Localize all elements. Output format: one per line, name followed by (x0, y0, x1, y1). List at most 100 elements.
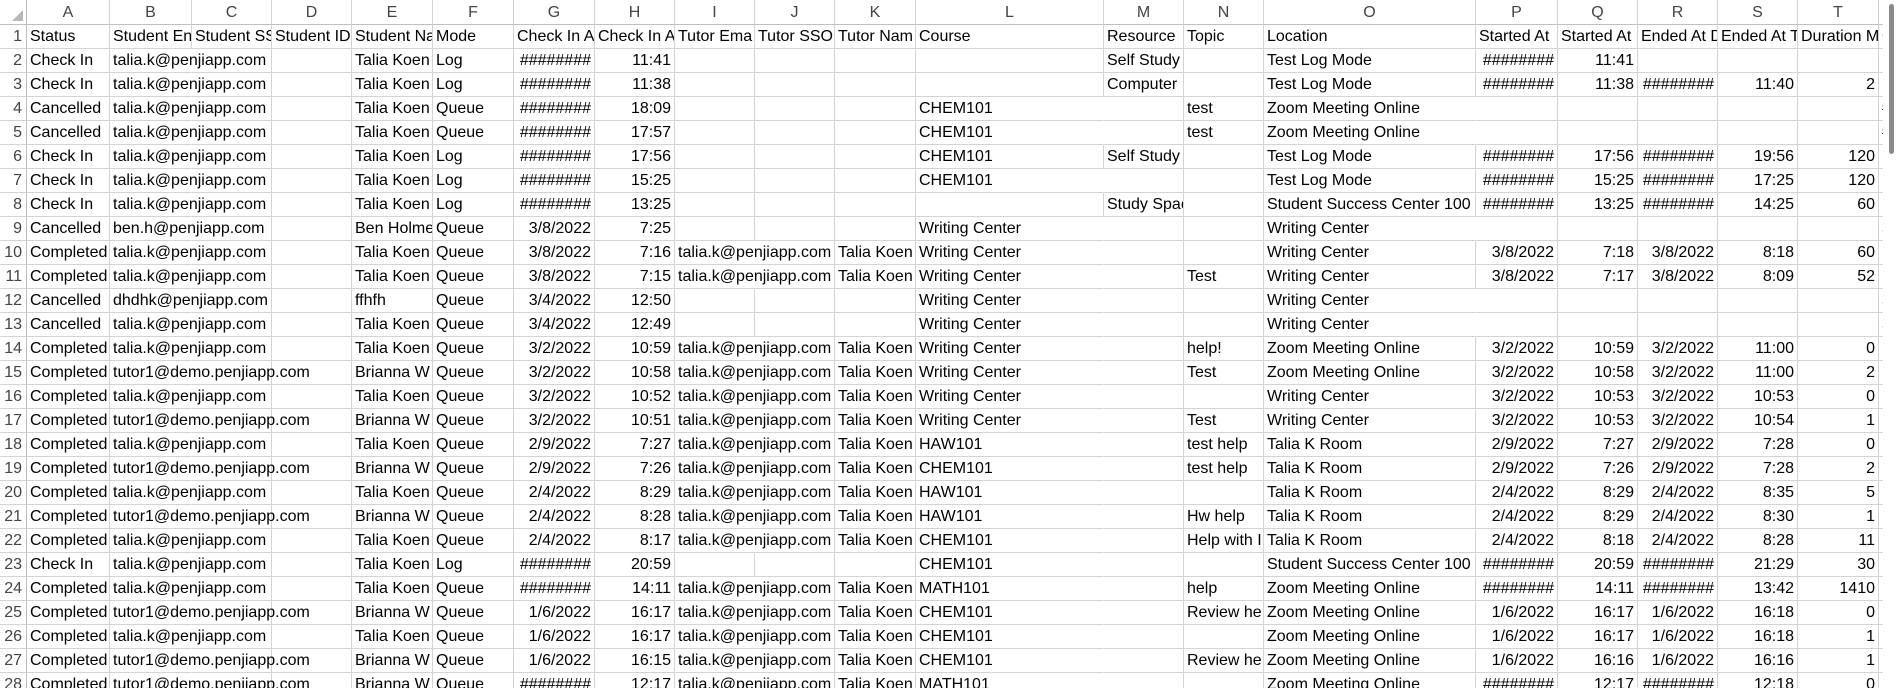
table-cell[interactable]: 8:18 (1558, 529, 1638, 553)
table-cell[interactable]: Log (433, 49, 514, 73)
table-cell[interactable]: Zoom Meeting Online (1264, 361, 1476, 385)
table-cell[interactable] (1558, 217, 1638, 241)
table-cell[interactable]: Completed (27, 337, 110, 361)
table-cell[interactable]: ######## (514, 145, 595, 169)
table-cell[interactable]: 10:53 (1558, 409, 1638, 433)
table-cell[interactable]: Queue (433, 337, 514, 361)
table-cell[interactable]: Talia K Room (1264, 505, 1476, 529)
table-cell[interactable]: 16:17 (1558, 601, 1638, 625)
table-cell[interactable]: 1/6/2022 (1638, 625, 1718, 649)
table-cell[interactable]: ben.h@penjiapp.com (110, 217, 264, 241)
row-header[interactable]: 4 (0, 97, 27, 121)
table-cell[interactable]: ffhfh (352, 289, 433, 313)
row-header[interactable]: 11 (0, 265, 27, 289)
table-cell[interactable]: 3/2/2022 (1476, 337, 1558, 361)
row-header[interactable]: 12 (0, 289, 27, 313)
table-cell[interactable] (272, 481, 352, 505)
table-cell[interactable]: HAW101 (916, 505, 1104, 529)
column-header-d[interactable]: D (272, 0, 352, 25)
table-cell[interactable]: 3/2/2022 (1476, 409, 1558, 433)
table-cell[interactable]: tutor1@demo.penjiapp.com (110, 409, 310, 433)
table-cell[interactable]: ######## (1476, 673, 1558, 688)
table-cell[interactable]: ######## (514, 577, 595, 601)
table-cell[interactable]: talia.k@penjiapp.com (110, 97, 266, 121)
table-cell[interactable]: Self Study (1104, 145, 1184, 169)
table-cell[interactable] (755, 553, 835, 577)
table-cell[interactable]: CHEM101 (916, 97, 1104, 121)
header-cell[interactable]: Check In A (514, 25, 595, 49)
table-cell[interactable] (835, 169, 916, 193)
table-cell[interactable]: Talia Koen (352, 73, 433, 97)
table-cell[interactable]: Zoom Meeting Online (1264, 577, 1476, 601)
table-cell[interactable]: talia.k@penjiapp.com (675, 241, 831, 265)
table-cell[interactable]: 8:29 (1558, 505, 1638, 529)
table-cell[interactable]: 2/4/2022 (1638, 529, 1718, 553)
row-header[interactable]: 14 (0, 337, 27, 361)
table-cell[interactable] (1104, 169, 1184, 193)
table-cell[interactable] (755, 169, 835, 193)
table-cell[interactable]: ######## (1476, 73, 1558, 97)
table-cell[interactable] (1184, 217, 1264, 241)
table-cell[interactable] (1104, 457, 1184, 481)
table-cell[interactable]: Writing Center (1264, 241, 1476, 265)
table-cell[interactable]: talia.k@penjiapp.com (675, 625, 831, 649)
table-cell[interactable]: Check In (27, 49, 110, 73)
table-cell[interactable]: talia.k@penjiapp.com (110, 529, 266, 553)
table-cell[interactable]: 3/2/2022 (1638, 409, 1718, 433)
table-cell[interactable]: 14:11 (1558, 577, 1638, 601)
table-cell[interactable]: Talia Koen (352, 529, 433, 553)
table-cell[interactable]: 3/2/2022 (1638, 385, 1718, 409)
table-cell[interactable] (272, 217, 352, 241)
table-cell[interactable]: Talia Koen (352, 481, 433, 505)
table-cell[interactable] (272, 289, 352, 313)
column-header-b[interactable]: B (110, 0, 192, 25)
table-cell[interactable]: Talia Koen (835, 529, 916, 553)
table-cell[interactable]: 3/8/2022 (514, 217, 595, 241)
table-cell[interactable]: Log (433, 169, 514, 193)
table-cell[interactable] (1184, 193, 1264, 217)
table-cell[interactable]: 7:28 (1718, 457, 1798, 481)
table-cell[interactable]: 3/8/2022 (1476, 241, 1558, 265)
table-cell[interactable] (675, 217, 755, 241)
table-cell[interactable]: talia.k@penjiapp.com (675, 673, 831, 688)
table-cell[interactable]: Talia Koen (352, 49, 433, 73)
table-cell[interactable]: talia.k@penjiapp.com (675, 601, 831, 625)
table-cell[interactable] (1638, 49, 1718, 73)
table-cell[interactable]: Zoom Meeting Online (1264, 673, 1476, 688)
table-cell[interactable]: Talia Koen (352, 193, 433, 217)
table-cell[interactable] (1718, 121, 1798, 145)
table-cell[interactable]: 10:59 (1558, 337, 1638, 361)
table-cell[interactable]: Queue (433, 673, 514, 688)
table-cell[interactable]: 7:15 (595, 265, 675, 289)
table-cell[interactable]: Brianna W (352, 409, 433, 433)
table-cell[interactable]: tutor1@demo.penjiapp.com (110, 361, 310, 385)
table-cell[interactable]: 3/2/2022 (1638, 361, 1718, 385)
table-cell[interactable]: 1/6/2022 (1638, 649, 1718, 673)
table-cell[interactable]: Cancelled (27, 313, 110, 337)
table-cell[interactable]: 1/6/2022 (1638, 601, 1718, 625)
table-cell[interactable]: ######## (514, 49, 595, 73)
table-cell[interactable] (1104, 673, 1184, 688)
column-header-q[interactable]: Q (1558, 0, 1638, 25)
table-cell[interactable]: 2/9/2022 (1638, 457, 1718, 481)
table-cell[interactable] (1718, 97, 1798, 121)
table-cell[interactable]: Completed (27, 505, 110, 529)
table-cell[interactable]: 3/8/2022 (1476, 265, 1558, 289)
table-cell[interactable]: 2/4/2022 (1638, 505, 1718, 529)
table-cell[interactable]: talia.k@penjiapp.com (675, 409, 831, 433)
table-cell[interactable]: Queue (433, 217, 514, 241)
table-cell[interactable]: Queue (433, 121, 514, 145)
table-cell[interactable]: Writing Center (916, 265, 1104, 289)
table-cell[interactable]: ######## (514, 121, 595, 145)
table-cell[interactable]: ######## (1638, 73, 1718, 97)
column-header-l[interactable]: L (916, 0, 1104, 25)
table-cell[interactable]: Completed (27, 601, 110, 625)
table-cell[interactable]: 20:59 (595, 553, 675, 577)
table-cell[interactable]: 3/2/2022 (514, 361, 595, 385)
table-cell[interactable]: Zoom Meeting Online (1264, 97, 1476, 121)
row-header[interactable]: 17 (0, 409, 27, 433)
table-cell[interactable]: CHEM101 (916, 649, 1104, 673)
table-cell[interactable]: 3/2/2022 (1476, 361, 1558, 385)
table-cell[interactable] (272, 313, 352, 337)
table-cell[interactable] (1184, 385, 1264, 409)
